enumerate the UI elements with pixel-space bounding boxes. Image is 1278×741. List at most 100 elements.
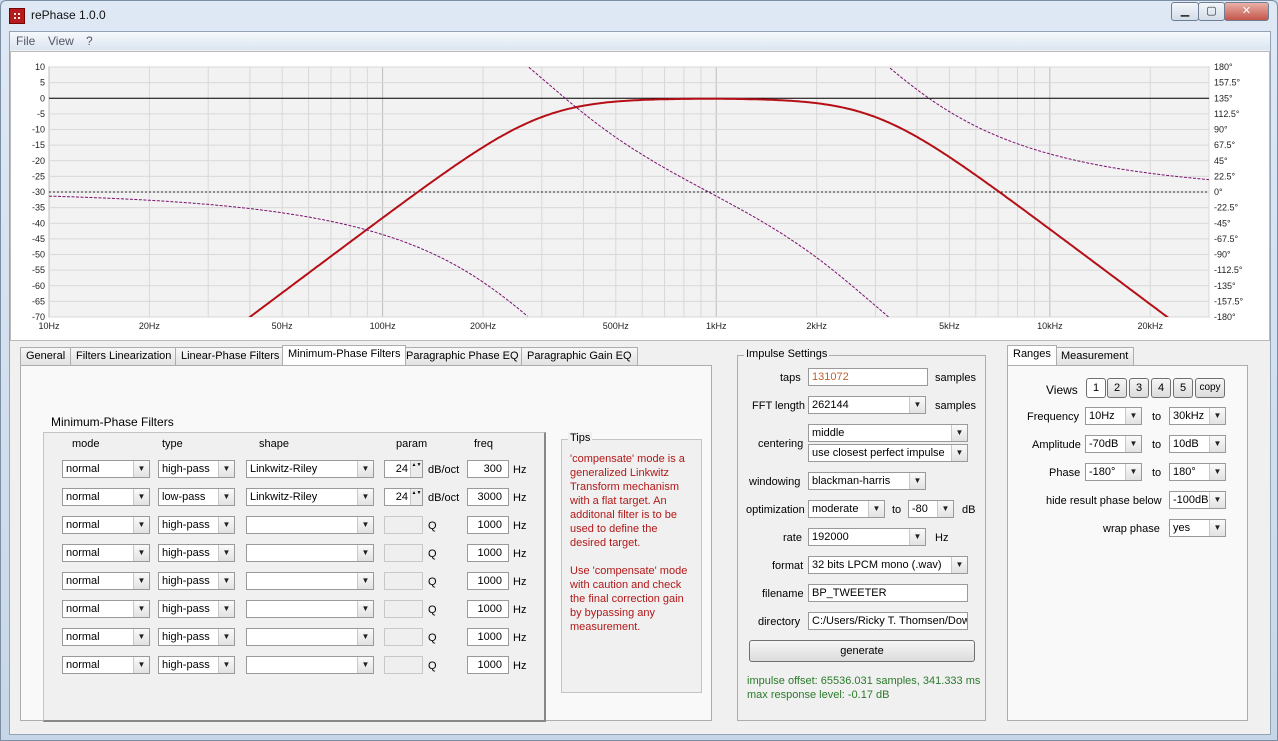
impulse-settings-title: Impulse Settings	[744, 348, 830, 360]
directory-label: directory	[758, 616, 801, 628]
format-select[interactable]: 32 bits LPCM mono (.wav)	[808, 556, 968, 574]
filter-param-spinner[interactable]	[384, 572, 423, 590]
centering-select[interactable]: middle	[808, 424, 968, 442]
filter-mode-select[interactable]: normal	[62, 544, 150, 562]
menu-help[interactable]: ?	[86, 34, 93, 48]
window-title: rePhase 1.0.0	[31, 8, 106, 22]
view-1-button[interactable]: 1	[1086, 378, 1106, 398]
filter-param-spinner[interactable]	[384, 600, 423, 618]
minimize-button[interactable]: ▁	[1171, 2, 1199, 21]
filter-param-spinner[interactable]	[384, 628, 423, 646]
response-plot-svg[interactable]: 10 180° 5 157.5° 0 135° -5 112.5° -10 90° -15 67.5°…	[11, 52, 1269, 340]
filter-type-select[interactable]: high-pass	[158, 600, 235, 618]
filter-type-select[interactable]: high-pass	[158, 516, 235, 534]
filter-freq-field[interactable]: 1000	[467, 656, 509, 674]
filter-param-spinner[interactable]: 24	[384, 488, 423, 506]
maximize-button[interactable]: ▢	[1198, 2, 1225, 21]
filter-freq-field[interactable]: 3000	[467, 488, 509, 506]
menu-file[interactable]: File	[16, 34, 35, 48]
filter-shape-select[interactable]	[246, 544, 374, 562]
phase-tick-label: 22.5°	[1214, 171, 1236, 181]
frequency-from-select[interactable]: 10Hz	[1085, 407, 1142, 425]
wrap-phase-select[interactable]: yes	[1169, 519, 1226, 537]
filter-freq-field[interactable]: 1000	[467, 600, 509, 618]
filter-freq-unit: Hz	[513, 604, 527, 616]
filter-mode-select[interactable]: normal	[62, 460, 150, 478]
app-logo-icon	[9, 8, 25, 24]
close-button[interactable]: ✕	[1224, 2, 1269, 21]
filter-shape-select[interactable]: Linkwitz-Riley	[246, 488, 374, 506]
tab-ranges[interactable]: Ranges	[1007, 345, 1057, 365]
tab-measurement[interactable]: Measurement	[1055, 347, 1135, 365]
filter-mode-select[interactable]: normal	[62, 656, 150, 674]
filter-type-select[interactable]: high-pass	[158, 656, 235, 674]
filter-freq-field[interactable]: 300	[467, 460, 509, 478]
filter-type-select[interactable]: low-pass	[158, 488, 235, 506]
filter-param-unit: Q	[428, 632, 437, 644]
centering-option-select[interactable]: use closest perfect impulse	[808, 444, 968, 462]
response-plot[interactable]: 10 180° 5 157.5° 0 135° -5 112.5° -10 90° -15 67.5°…	[10, 51, 1270, 341]
filter-mode-select[interactable]: normal	[62, 572, 150, 590]
optimization-db-select[interactable]: -80	[908, 500, 954, 518]
filter-type-select[interactable]: high-pass	[158, 628, 235, 646]
filter-mode-select[interactable]: normal	[62, 628, 150, 646]
view-5-button[interactable]: 5	[1173, 378, 1193, 398]
filter-param-spinner[interactable]	[384, 516, 423, 534]
tips-text: 'compensate' mode is a generalized Linkw…	[570, 452, 694, 648]
tab-paragraphic-gain-eq[interactable]: Paragraphic Gain EQ	[521, 347, 638, 365]
filter-shape-select[interactable]	[246, 572, 374, 590]
phase-tick-label: 135°	[1214, 93, 1233, 103]
filter-freq-field[interactable]: 1000	[467, 572, 509, 590]
tab-paragraphic-phase-eq[interactable]: Paragraphic Phase EQ	[400, 347, 525, 365]
filter-shape-select[interactable]	[246, 628, 374, 646]
rate-select[interactable]: 192000	[808, 528, 926, 546]
directory-field[interactable]: C:/Users/Ricky T. Thomsen/Dow	[808, 612, 968, 630]
fft-length-unit: samples	[935, 400, 976, 412]
frequency-tick-label: 1kHz	[706, 321, 727, 331]
view-2-button[interactable]: 2	[1107, 378, 1127, 398]
filter-param-spinner[interactable]	[384, 656, 423, 674]
frequency-to-select[interactable]: 30kHz	[1169, 407, 1226, 425]
phase-to-label: to	[1152, 467, 1162, 479]
filter-type-select[interactable]: high-pass	[158, 544, 235, 562]
phase-from-select[interactable]: -180°	[1085, 463, 1142, 481]
view-4-button[interactable]: 4	[1151, 378, 1171, 398]
filter-mode-select[interactable]: normal	[62, 600, 150, 618]
filter-freq-field[interactable]: 1000	[467, 544, 509, 562]
generate-button[interactable]: generate	[749, 640, 975, 662]
filter-freq-field[interactable]: 1000	[467, 628, 509, 646]
filter-shape-select[interactable]	[246, 600, 374, 618]
filename-field[interactable]: BP_TWEETER	[808, 584, 968, 602]
filter-mode-select[interactable]: normal	[62, 488, 150, 506]
view-3-button[interactable]: 3	[1129, 378, 1149, 398]
tab-filters-linearization[interactable]: Filters Linearization	[70, 347, 178, 365]
filter-type-select[interactable]: high-pass	[158, 460, 235, 478]
hide-phase-select[interactable]: -100dB	[1169, 491, 1226, 509]
header-freq: freq	[474, 438, 493, 450]
frequency-tick-label: 50Hz	[272, 321, 294, 331]
amplitude-tick-label: 0	[40, 93, 45, 103]
copy-view-button[interactable]: copy	[1195, 378, 1225, 398]
phase-tick-label: -112.5°	[1214, 265, 1243, 275]
taps-field[interactable]: 131072	[808, 368, 928, 386]
title-bar[interactable]: rePhase 1.0.0 ▁ ▢ ✕	[1, 1, 1277, 31]
fft-length-select[interactable]: 262144	[808, 396, 926, 414]
filter-mode-select[interactable]: normal	[62, 516, 150, 534]
filter-type-select[interactable]: high-pass	[158, 572, 235, 590]
tab-minimum-phase-filters[interactable]: Minimum-Phase Filters	[282, 345, 407, 365]
filter-shape-select[interactable]: Linkwitz-Riley	[246, 460, 374, 478]
phase-to-select[interactable]: 180°	[1169, 463, 1226, 481]
amplitude-from-select[interactable]: -70dB	[1085, 435, 1142, 453]
tab-linear-phase-filters[interactable]: Linear-Phase Filters	[175, 347, 286, 365]
filter-freq-field[interactable]: 1000	[467, 516, 509, 534]
menu-view[interactable]: View	[48, 34, 74, 48]
filter-shape-select[interactable]	[246, 516, 374, 534]
windowing-select[interactable]: blackman-harris	[808, 472, 926, 490]
filter-param-spinner[interactable]: 24	[384, 460, 423, 478]
amplitude-to-select[interactable]: 10dB	[1169, 435, 1226, 453]
header-param: param	[396, 438, 428, 450]
filter-param-spinner[interactable]	[384, 544, 423, 562]
optimization-select[interactable]: moderate	[808, 500, 885, 518]
tab-general[interactable]: General	[20, 347, 72, 365]
filter-shape-select[interactable]	[246, 656, 374, 674]
